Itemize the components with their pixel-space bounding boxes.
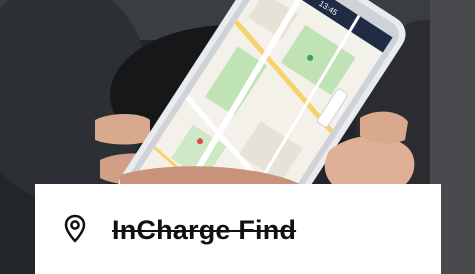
card-title: InCharge Find (112, 215, 297, 245)
location-pin-icon (64, 214, 86, 244)
